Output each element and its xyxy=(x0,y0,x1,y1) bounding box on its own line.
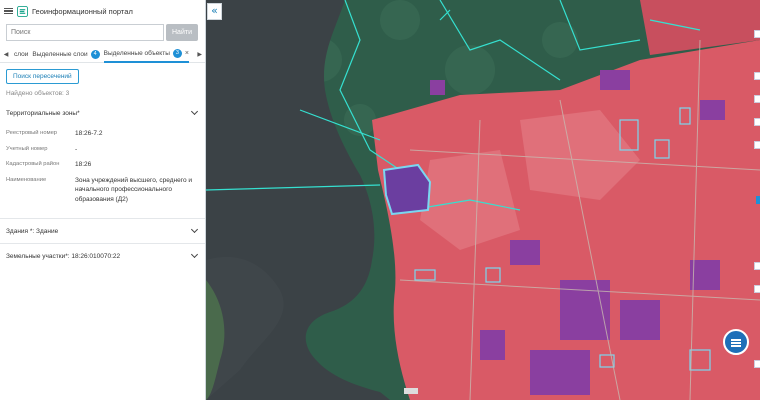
count-badge: 3 xyxy=(172,49,182,58)
map-control-5[interactable] xyxy=(756,196,760,204)
tab-scroll-right-icon[interactable]: ▶ xyxy=(197,51,202,58)
tab-scroll-left-icon[interactable]: ◀ xyxy=(2,51,10,58)
section-land-plots: Земельные участки*: 18:26:010070:22 xyxy=(0,244,205,268)
detail-row: Кадастровый район 18:26 xyxy=(6,160,199,170)
section-land-header[interactable]: Земельные участки*: 18:26:010070:22 xyxy=(0,244,205,268)
detail-row: Наименование Зона учреждений высшего, ср… xyxy=(6,176,199,205)
detail-value: - xyxy=(75,145,78,153)
section-title: Территориальные зоны* xyxy=(6,109,80,117)
map-control-7[interactable] xyxy=(754,285,760,293)
section-zones: Территориальные зоны* Реестровый номер 1… xyxy=(0,101,205,219)
section-title: Здания *: Здание xyxy=(6,227,59,235)
map-control-top[interactable] xyxy=(754,30,760,38)
section-title: Земельные участки*: 18:26:010070:22 xyxy=(6,252,121,260)
app-title: Геоинформационный портал xyxy=(32,6,133,16)
tab-label: Выделенные слои xyxy=(32,51,88,58)
logo-icon xyxy=(17,5,28,17)
tab-bar: ◀ слои Выделенные слои 4 Выделенные объе… xyxy=(0,47,205,63)
map-control-4[interactable] xyxy=(754,141,760,149)
search-row: Найти xyxy=(0,24,205,41)
side-panel: Геоинформационный портал Найти ◀ слои Вы… xyxy=(0,0,206,400)
map-control-1[interactable] xyxy=(754,72,760,80)
section-buildings-header[interactable]: Здания *: Здание xyxy=(0,219,205,243)
collapse-panel-button[interactable]: « xyxy=(207,3,222,20)
detail-row: Учетный номер - xyxy=(6,145,199,155)
section-zones-header[interactable]: Территориальные зоны* xyxy=(0,101,205,125)
chevron-down-icon xyxy=(190,225,199,234)
close-icon[interactable]: × xyxy=(185,50,189,57)
search-button[interactable]: Найти xyxy=(166,24,198,41)
chevron-down-icon xyxy=(190,250,199,259)
zone-details: Реестровый номер 18:26-7.2 Учетный номер… xyxy=(0,125,205,218)
detail-label: Учетный номер xyxy=(6,145,48,152)
map-control-3[interactable] xyxy=(754,118,760,126)
header: Геоинформационный портал xyxy=(0,0,205,22)
tab-selected-objects[interactable]: Выделенные объекты 3 × xyxy=(103,47,189,63)
tab-label: Выделенные объекты xyxy=(103,50,170,57)
detail-value: 18:26-7.2 xyxy=(75,130,103,137)
map-control-8[interactable] xyxy=(754,360,760,368)
tab-label: слои xyxy=(14,51,29,58)
section-buildings: Здания *: Здание xyxy=(0,219,205,244)
map-control-2[interactable] xyxy=(754,95,760,103)
count-badge: 4 xyxy=(90,50,100,59)
detail-row: Реестровый номер 18:26-7.2 xyxy=(6,129,199,139)
detail-value: Зона учреждений высшего, среднего и нача… xyxy=(75,176,193,203)
tab-layers[interactable]: слои xyxy=(14,47,28,63)
detail-label: Наименование xyxy=(6,176,47,183)
chevron-down-icon xyxy=(190,107,199,116)
find-intersections-button[interactable]: Поиск пересечений xyxy=(6,69,79,84)
found-count: Найдено объектов: 3 xyxy=(6,90,70,97)
detail-label: Кадастровый район xyxy=(6,161,60,167)
chat-button[interactable] xyxy=(723,329,749,355)
map-control-6[interactable] xyxy=(754,262,760,270)
hamburger-menu-icon[interactable] xyxy=(4,7,13,15)
detail-label: Реестровый номер xyxy=(6,130,58,136)
tab-selected-layers[interactable]: Выделенные слои 4 xyxy=(32,47,100,63)
detail-value: 18:26 xyxy=(75,161,92,168)
search-input[interactable] xyxy=(6,24,164,41)
